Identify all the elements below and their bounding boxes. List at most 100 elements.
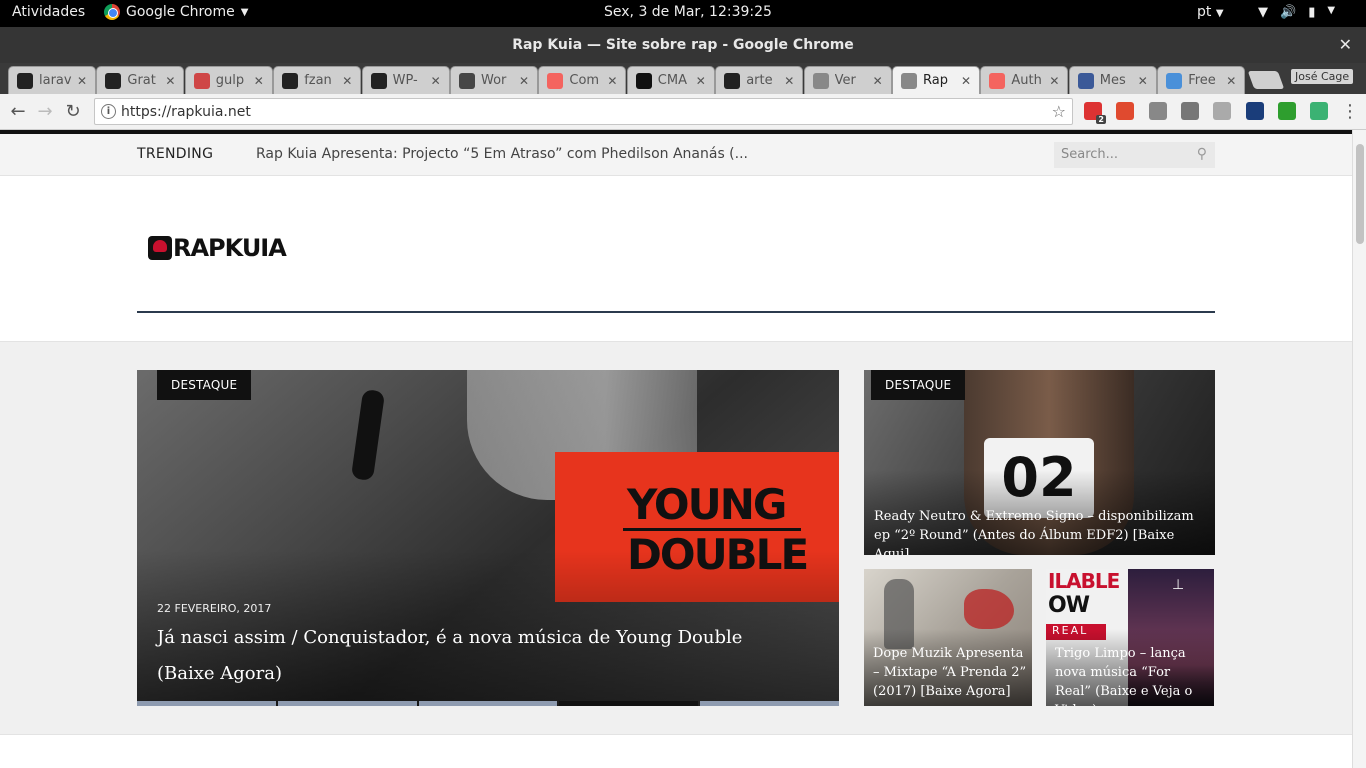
tab-label: arte [746,73,773,88]
hero-title[interactable]: Já nasci assim / Conquistador, é a nova … [157,620,797,692]
forward-arrow-icon[interactable]: → [34,101,56,123]
tab-11[interactable]: Rap ✕ [892,66,980,94]
slider-dot[interactable] [700,701,839,706]
tab-close-icon[interactable]: ✕ [1049,74,1063,88]
hero-post[interactable]: YOUNG DOUBLE DESTAQUE 22 FEVEREIRO, 2017… [137,370,839,706]
tab-close-icon[interactable]: ✕ [431,74,445,88]
new-tab-button[interactable] [1247,71,1285,89]
app-menu[interactable]: Google Chrome ▼ [104,4,248,20]
tab-10[interactable]: Ver ✕ [803,66,892,94]
slider-dot[interactable] [559,701,699,706]
n-ext-icon[interactable] [1245,102,1264,120]
site-logo[interactable]: RAPKUIA [148,234,287,262]
search-input[interactable]: Search... ⚲ [1054,142,1215,168]
tab-1[interactable]: larav ✕ [8,66,96,94]
tab-close-icon[interactable]: ✕ [165,74,179,88]
trending-label: TRENDING [137,146,214,162]
tab-close-icon[interactable]: ✕ [519,74,533,88]
tab-close-icon[interactable]: ✕ [784,74,798,88]
tab-4[interactable]: fzan ✕ [273,66,362,94]
slider-dot[interactable] [277,701,417,706]
tab-label: gulp [215,73,245,88]
close-icon[interactable]: ✕ [1339,27,1352,63]
tab-5[interactable]: WP- ✕ [361,66,450,94]
hero-card-bar [623,528,801,531]
featured-card-3[interactable]: ILABLE OW REAL ⊥ Trigo Limpo – lança nov… [1046,569,1214,706]
chevron-down-icon: ▼ [240,6,249,18]
battery-icon: ▮ [1308,5,1316,20]
tab-close-icon[interactable]: ✕ [961,74,975,88]
window-title-bar: Rap Kuia — Site sobre rap - Google Chrom… [0,27,1366,63]
download-ext-icon[interactable] [1277,102,1296,120]
tab-9[interactable]: arte ✕ [715,66,804,94]
activities-button[interactable]: Atividades [12,4,85,20]
tab-label: WP- [392,73,418,88]
red-puzzle-ext-icon[interactable] [1116,102,1135,120]
card3-poster-line2: OW [1048,593,1090,618]
tab-close-icon[interactable]: ✕ [607,74,621,88]
featured-card-2[interactable]: Dope Muzik Apresenta – Mixtape “A Prenda… [864,569,1032,706]
tab-12[interactable]: Auth ✕ [980,66,1069,94]
app-menu-label: Google Chrome [126,4,235,20]
chevron-down-icon: ▼ [1327,5,1336,16]
star-icon[interactable]: ☆ [1052,102,1066,121]
tab-14[interactable]: Free ✕ [1157,66,1246,94]
tab-3[interactable]: gulp ✕ [184,66,273,94]
tab-6[interactable]: Wor ✕ [450,66,538,94]
chrome-icon [104,4,120,20]
slider-dot[interactable] [137,701,276,706]
language-indicator[interactable]: pt ▼ [1197,4,1224,20]
menu-dots-icon[interactable]: ⋮ [1341,101,1359,122]
card3-title[interactable]: Trigo Limpo – lança nova música “For Rea… [1055,644,1210,706]
hero-date: 22 FEVEREIRO, 2017 [157,602,272,615]
tab-close-icon[interactable]: ✕ [254,74,268,88]
calendar-ext-icon[interactable]: 2 [1084,102,1106,124]
tab-close-icon[interactable]: ✕ [1138,74,1152,88]
browser-toolbar: ← → ↻ i https://rapkuia.net ☆ 2 ⋮ [0,94,1366,130]
site-header: RAPKUIA [0,176,1352,342]
c-icon [635,72,652,89]
tab-close-icon[interactable]: ✕ [696,74,710,88]
url-text[interactable]: https://rapkuia.net [121,104,251,120]
page-icon [901,72,917,89]
tab-2[interactable]: Grat ✕ [96,66,185,94]
featured-card-1[interactable]: 02 DESTAQUE Ready Neutro & Extremo Signo… [864,370,1215,555]
scrollbar-thumb[interactable] [1356,144,1364,244]
gulp-icon [193,72,210,89]
trending-headline[interactable]: Rap Kuia Apresenta: Projecto “5 Em Atras… [256,146,748,162]
tab-close-icon[interactable]: ✕ [1226,74,1240,88]
reload-icon[interactable]: ↻ [62,101,84,123]
content-section [0,734,1352,768]
facebook-icon [1077,72,1094,89]
tab-label: Grat [127,73,156,88]
address-bar[interactable]: i https://rapkuia.net ☆ [94,98,1073,125]
m-ext-icon[interactable] [1213,102,1232,120]
tab-close-icon[interactable]: ✕ [342,74,356,88]
tab-7[interactable]: Com ✕ [538,66,627,94]
system-menu[interactable]: ▼ 🔊 ▮ ▼ [1258,5,1335,20]
vimium-ext-icon[interactable] [1180,102,1199,120]
page-icon [812,72,829,89]
tab-13[interactable]: Mes ✕ [1068,66,1157,94]
card1-badge[interactable]: DESTAQUE [871,370,966,400]
header-divider [137,311,1215,313]
system-top-bar: Atividades Google Chrome ▼ Sex, 3 de Mar… [0,0,1366,27]
clock[interactable]: Sex, 3 de Mar, 12:39:25 [604,4,772,20]
card2-title[interactable]: Dope Muzik Apresenta – Mixtape “A Prenda… [873,644,1028,701]
profile-button[interactable]: José Cage [1291,69,1354,84]
page-scrollbar[interactable] [1352,130,1366,768]
tab-close-icon[interactable]: ✕ [77,74,91,88]
chevron-down-icon: ▼ [1215,8,1224,19]
gear-off-ext-icon[interactable] [1148,102,1167,120]
card1-title[interactable]: Ready Neutro & Extremo Signo – disponibi… [874,507,1204,555]
green-square-ext-icon[interactable] [1310,102,1329,120]
info-icon[interactable]: i [101,104,116,119]
back-arrow-icon[interactable]: ← [7,101,29,123]
tab-label: CMA [657,73,687,88]
hero-card-line1: YOUNG [627,480,787,529]
slider-dot[interactable] [418,701,558,706]
tab-close-icon[interactable]: ✕ [873,74,887,88]
tab-8[interactable]: CMA ✕ [626,66,715,94]
hero-badge[interactable]: DESTAQUE [157,370,252,400]
search-icon[interactable]: ⚲ [1197,146,1207,162]
